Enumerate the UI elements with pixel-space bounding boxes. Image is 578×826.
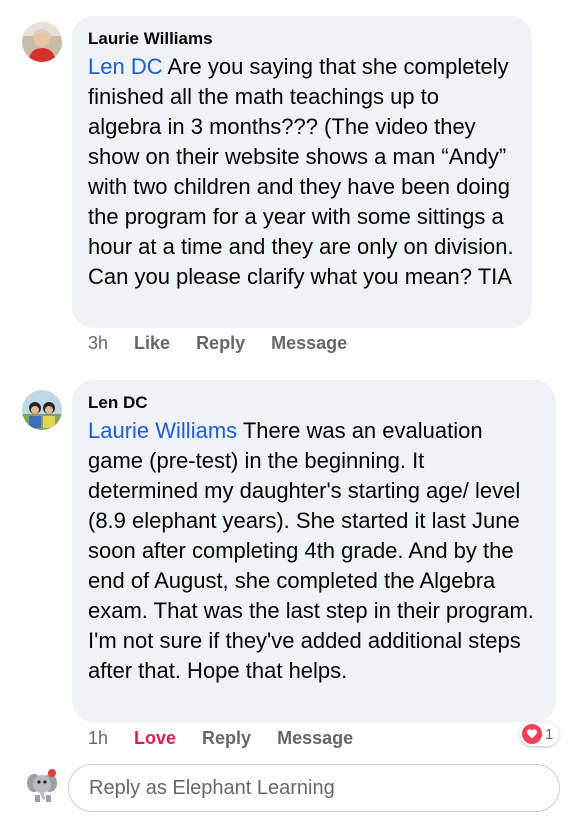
comment-time[interactable]: 1h — [88, 728, 108, 749]
mention-link[interactable]: Laurie Williams — [88, 418, 237, 443]
elephant-avatar-icon — [27, 769, 57, 802]
reply-field[interactable] — [68, 764, 560, 812]
love-button[interactable]: Love — [134, 728, 176, 749]
comment-actions: 1h Love Reply Message — [88, 728, 379, 749]
heart-glyph — [527, 729, 537, 739]
comment-text: Laurie Williams There was an evaluation … — [88, 416, 540, 686]
elephant-icon[interactable] — [24, 768, 60, 804]
reply-button[interactable]: Reply — [202, 728, 251, 749]
len-avatar-icon — [22, 390, 62, 430]
comment-body: There was an evaluation game (pre-test) … — [88, 418, 534, 683]
comment-author[interactable]: Len DC — [88, 392, 540, 414]
reply-composer — [0, 762, 578, 812]
comment-len-dc: Len DC Laurie Williams There was an eval… — [0, 0, 578, 760]
reaction-count-badge[interactable]: 1 — [520, 722, 560, 746]
message-button[interactable]: Message — [277, 728, 353, 749]
heart-icon — [522, 724, 542, 744]
reply-input[interactable] — [87, 775, 559, 801]
reaction-count: 1 — [545, 725, 554, 743]
avatar-len-dc[interactable] — [22, 390, 62, 430]
comment-bubble: Len DC Laurie Williams There was an eval… — [72, 380, 556, 722]
